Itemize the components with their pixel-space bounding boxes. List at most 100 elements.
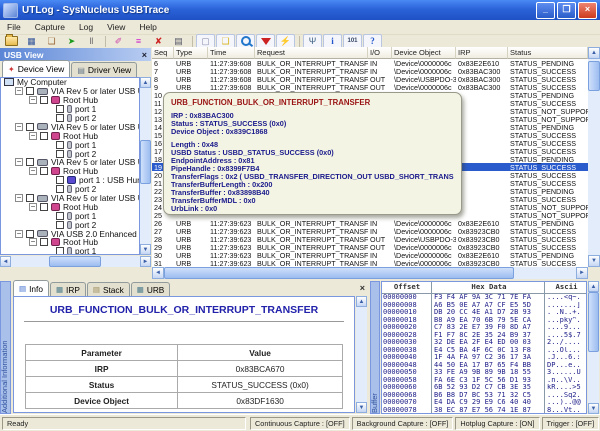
info-scroll-up-icon[interactable]: ▲ [356,296,367,307]
log-scroll-right-icon[interactable]: ► [576,267,588,279]
export-log-button[interactable]: ❏ [42,34,61,49]
tree-checkbox[interactable] [26,87,34,95]
tree-checkbox[interactable] [56,176,64,184]
tree-item-root-hub[interactable]: −Root Hub [1,202,139,211]
log-options-button[interactable]: ≡ [129,34,148,49]
menu-file[interactable]: File [0,21,28,33]
column-header-time[interactable]: Time [208,47,255,59]
expand-toggle-icon[interactable]: − [29,238,37,246]
expand-toggle-icon[interactable]: − [29,167,37,175]
open-file-button[interactable] [2,34,21,49]
hex-scroll-up-icon[interactable]: ▲ [588,281,599,292]
column-header-deviceobject[interactable]: Device Object [392,47,456,59]
tree-vscroll-track[interactable] [140,88,151,244]
expand-toggle-icon[interactable]: − [29,132,37,140]
tree-item-port-1[interactable]: port 1 [1,247,139,255]
menu-view[interactable]: View [100,21,132,33]
tree-scroll-down-icon[interactable]: ▼ [140,244,151,255]
tree-checkbox[interactable] [56,221,64,229]
tree-vscrollbar[interactable]: ▲ ▼ [140,77,151,255]
tree-checkbox[interactable] [56,150,64,158]
menu-log[interactable]: Log [72,21,100,33]
hex-vscroll-track[interactable] [588,292,599,403]
tree-checkbox[interactable] [40,132,48,140]
start-capture-button[interactable]: ➤ [62,34,81,49]
log-scroll-left-icon[interactable]: ◄ [152,267,164,279]
tab-device-view[interactable]: ✦Device View [2,60,70,77]
buffer-strip[interactable]: Buffer [370,281,380,414]
tree-item-root-hub[interactable]: −Root Hub [1,96,139,105]
clear-log-button[interactable]: ✐ [109,34,128,49]
tree-scroll-left-icon[interactable]: ◄ [0,256,11,267]
tree-item-port-1[interactable]: port 1 [1,140,139,149]
column-header-io[interactable]: I/O [368,47,392,59]
usb-view-close-icon[interactable]: × [142,50,147,60]
expand-toggle-icon[interactable]: − [29,203,37,211]
expand-toggle-icon[interactable]: − [15,194,23,202]
tree-checkbox[interactable] [56,141,64,149]
tab-stack[interactable]: ▤Stack [87,282,130,296]
tree-item-port-1[interactable]: port 1 [1,105,139,114]
log-hscroll-track[interactable] [164,267,576,279]
tree-hscroll-track[interactable] [11,256,140,267]
expand-toggle-icon[interactable]: − [15,123,23,131]
log-scroll-up-icon[interactable]: ▲ [588,47,600,59]
expand-toggle-icon[interactable]: − [15,230,23,238]
tree-checkbox[interactable] [26,123,34,131]
column-header-status[interactable]: Status [508,47,588,59]
hex-vscrollbar[interactable]: ▲ ▼ [588,281,599,414]
info-vscroll-track[interactable] [356,307,367,402]
column-header-type[interactable]: Type [174,47,208,59]
log-vscrollbar[interactable]: ▲ ▼ [588,47,600,267]
tree-item-port-1[interactable]: port 1 [1,211,139,220]
expand-toggle-icon[interactable]: − [15,87,23,95]
tree-checkbox[interactable] [56,114,64,122]
menu-help[interactable]: Help [132,21,163,33]
tree-item-root-hub[interactable]: −Root Hub [1,238,139,247]
tree-scroll-right-icon[interactable]: ► [140,256,151,267]
expand-toggle-icon[interactable]: − [29,96,37,104]
hex-vscroll-thumb[interactable] [588,292,599,352]
tab-irp[interactable]: ▦IRP [50,282,86,296]
minimize-button[interactable]: _ [536,2,555,19]
tab-driver-view[interactable]: ▤Driver View [71,62,137,77]
tab-info[interactable]: ▤Info [13,280,49,296]
tree-checkbox[interactable] [56,105,64,113]
tree-checkbox[interactable] [56,247,64,255]
tree-hscrollbar[interactable]: ◄ ► [0,256,151,267]
additional-information-strip[interactable]: Additional Information [0,281,11,414]
tab-urb[interactable]: ▦URB [131,282,171,296]
log-scroll-down-icon[interactable]: ▼ [588,255,600,267]
info-vscrollbar[interactable]: ▲ ▼ [356,296,367,413]
tree-checkbox[interactable] [40,203,48,211]
column-header-irp[interactable]: IRP [456,47,508,59]
info-scroll-down-icon[interactable]: ▼ [356,402,367,413]
column-header-seq[interactable]: Seq [152,47,174,59]
tree-vscroll-thumb[interactable] [140,140,151,184]
tree-checkbox[interactable] [26,230,34,238]
log-vscroll-track[interactable] [588,59,600,255]
info-panel-close-icon[interactable]: × [360,283,365,293]
column-header-request[interactable]: Request [255,47,368,59]
tree-item-port-1-usb-human-interface-dev[interactable]: port 1 : USB Human Interface Dev [1,176,139,185]
restore-button[interactable]: ❐ [557,2,576,19]
tree-checkbox[interactable] [26,194,34,202]
save-button[interactable]: ▦ [22,34,41,49]
tree-hscroll-thumb[interactable] [49,256,101,267]
log-vscroll-thumb[interactable] [588,61,600,91]
tree-checkbox[interactable] [56,185,64,193]
tree-checkbox[interactable] [40,167,48,175]
tree-checkbox[interactable] [40,238,48,246]
menu-capture[interactable]: Capture [28,21,72,33]
log-hscrollbar[interactable]: ◄ ► [152,267,588,279]
expand-toggle-icon[interactable]: − [15,158,23,166]
pause-capture-button[interactable]: Ⅱ [82,34,101,49]
close-button[interactable]: × [578,2,597,19]
hex-row[interactable]: 0000007838 EC 87 E7 56 74 1E 878...Vt.. [382,407,586,415]
tree-item-root-hub[interactable]: −Root Hub [1,131,139,140]
tree-checkbox[interactable] [40,96,48,104]
tree-scroll-up-icon[interactable]: ▲ [140,77,151,88]
tree-checkbox[interactable] [56,212,64,220]
hex-scroll-down-icon[interactable]: ▼ [588,403,599,414]
tree-checkbox[interactable] [26,158,34,166]
